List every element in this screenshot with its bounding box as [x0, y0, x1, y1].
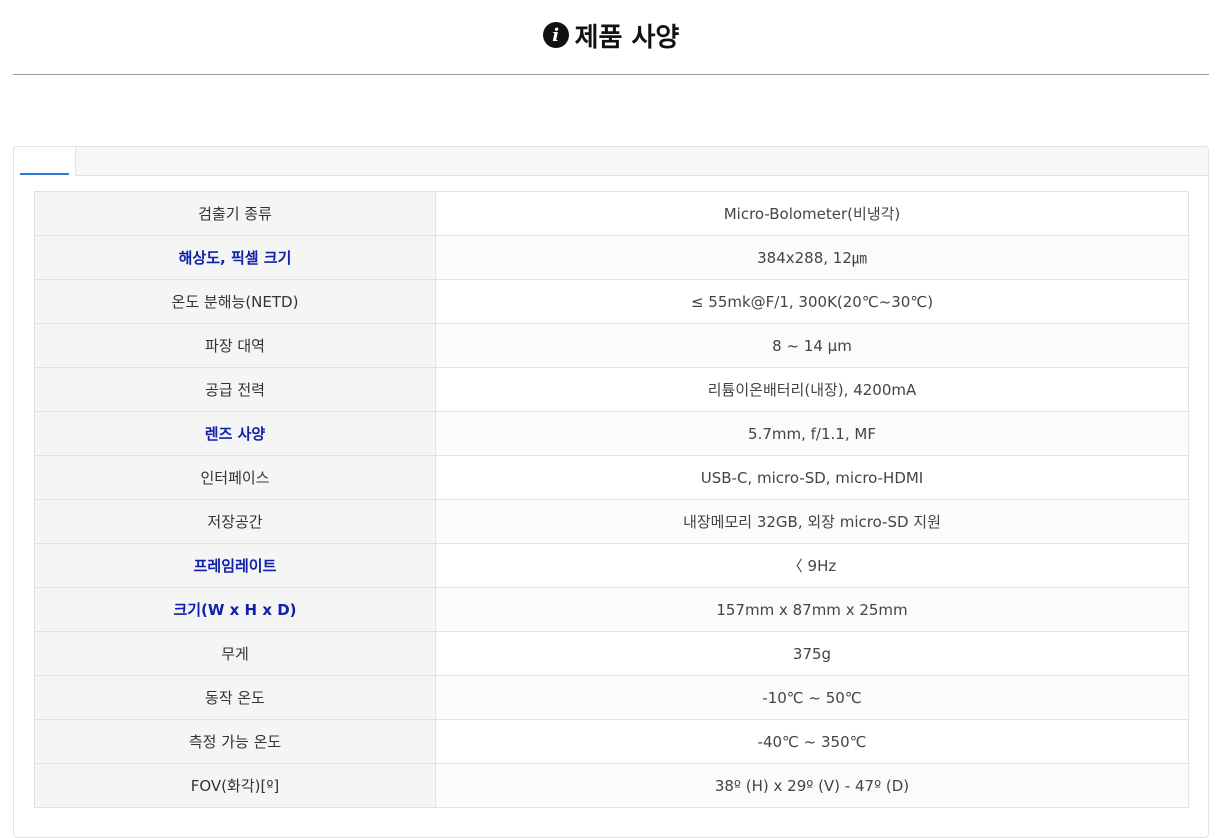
spec-value: 〈 9Hz [435, 543, 1189, 588]
page-header: i 제품 사양 [13, 0, 1209, 75]
spec-value: 157mm x 87mm x 25mm [435, 587, 1189, 632]
spec-value: Micro-Bolometer(비냉각) [435, 191, 1189, 236]
spec-value: 내장메모리 32GB, 외장 micro-SD 지원 [435, 499, 1189, 544]
spec-label: 크기(W x H x D) [34, 587, 436, 632]
spec-value: -40℃ ~ 350℃ [435, 719, 1189, 764]
spec-row: 렌즈 사양 5.7mm, f/1.1, MF [34, 411, 1189, 456]
spec-panel: 검출기 종류 Micro-Bolometer(비냉각) 해상도, 픽셀 크기 384x… [13, 146, 1209, 838]
spec-table: 검출기 종류 Micro-Bolometer(비냉각) 해상도, 픽셀 크기 384x… [34, 191, 1189, 808]
spec-row: 크기(W x H x D) 157mm x 87mm x 25mm [34, 587, 1189, 632]
spec-value: 5.7mm, f/1.1, MF [435, 411, 1189, 456]
spec-row: 파장 대역 8 ~ 14 μm [34, 323, 1189, 368]
tab-active-indicator [20, 173, 69, 175]
spec-row: 온도 분해능(NETD) ≤ 55mk@F/1, 300K(20℃~30℃) [34, 279, 1189, 324]
spec-label: 해상도, 픽셀 크기 [34, 235, 436, 280]
spec-row: 해상도, 픽셀 크기 384x288, 12㎛ [34, 235, 1189, 280]
spec-label: FOV(화각)[º] [34, 763, 436, 808]
spec-row: 검출기 종류 Micro-Bolometer(비냉각) [34, 191, 1189, 236]
spec-row: 공급 전력 리튬이온배터리(내장), 4200mA [34, 367, 1189, 412]
spec-row: 인터페이스 USB-C, micro-SD, micro-HDMI [34, 455, 1189, 500]
spec-row: 저장공간 내장메모리 32GB, 외장 micro-SD 지원 [34, 499, 1189, 544]
spec-label: 동작 온도 [34, 675, 436, 720]
tab-bar [14, 147, 1208, 176]
spec-row: 무게 375g [34, 631, 1189, 676]
page-title-text: 제품 사양 [574, 22, 680, 53]
spec-value: USB-C, micro-SD, micro-HDMI [435, 455, 1189, 500]
spec-label: 인터페이스 [34, 455, 436, 500]
spec-label: 검출기 종류 [34, 191, 436, 236]
spec-row: 측정 가능 온도 -40℃ ~ 350℃ [34, 719, 1189, 764]
spec-label: 파장 대역 [34, 323, 436, 368]
spec-value: 8 ~ 14 μm [435, 323, 1189, 368]
spec-label: 온도 분해능(NETD) [34, 279, 436, 324]
spec-label: 무게 [34, 631, 436, 676]
tab-active[interactable] [14, 147, 76, 176]
spec-row: 동작 온도 -10℃ ~ 50℃ [34, 675, 1189, 720]
spec-label: 공급 전력 [34, 367, 436, 412]
spec-label: 렌즈 사양 [34, 411, 436, 456]
spec-value: 38º (H) x 29º (V) - 47º (D) [435, 763, 1189, 808]
spec-value: 리튬이온배터리(내장), 4200mA [435, 367, 1189, 412]
spec-label: 프레임레이트 [34, 543, 436, 588]
spec-value: 375g [435, 631, 1189, 676]
spec-value: 384x288, 12㎛ [435, 235, 1189, 280]
info-circle-icon: i [542, 22, 569, 48]
spec-value: ≤ 55mk@F/1, 300K(20℃~30℃) [435, 279, 1189, 324]
spec-row: 프레임레이트 〈 9Hz [34, 543, 1189, 588]
spec-value: -10℃ ~ 50℃ [435, 675, 1189, 720]
page-title: i 제품 사양 [542, 17, 680, 54]
spec-label: 저장공간 [34, 499, 436, 544]
spec-label: 측정 가능 온도 [34, 719, 436, 764]
spec-row: FOV(화각)[º] 38º (H) x 29º (V) - 47º (D) [34, 763, 1189, 808]
